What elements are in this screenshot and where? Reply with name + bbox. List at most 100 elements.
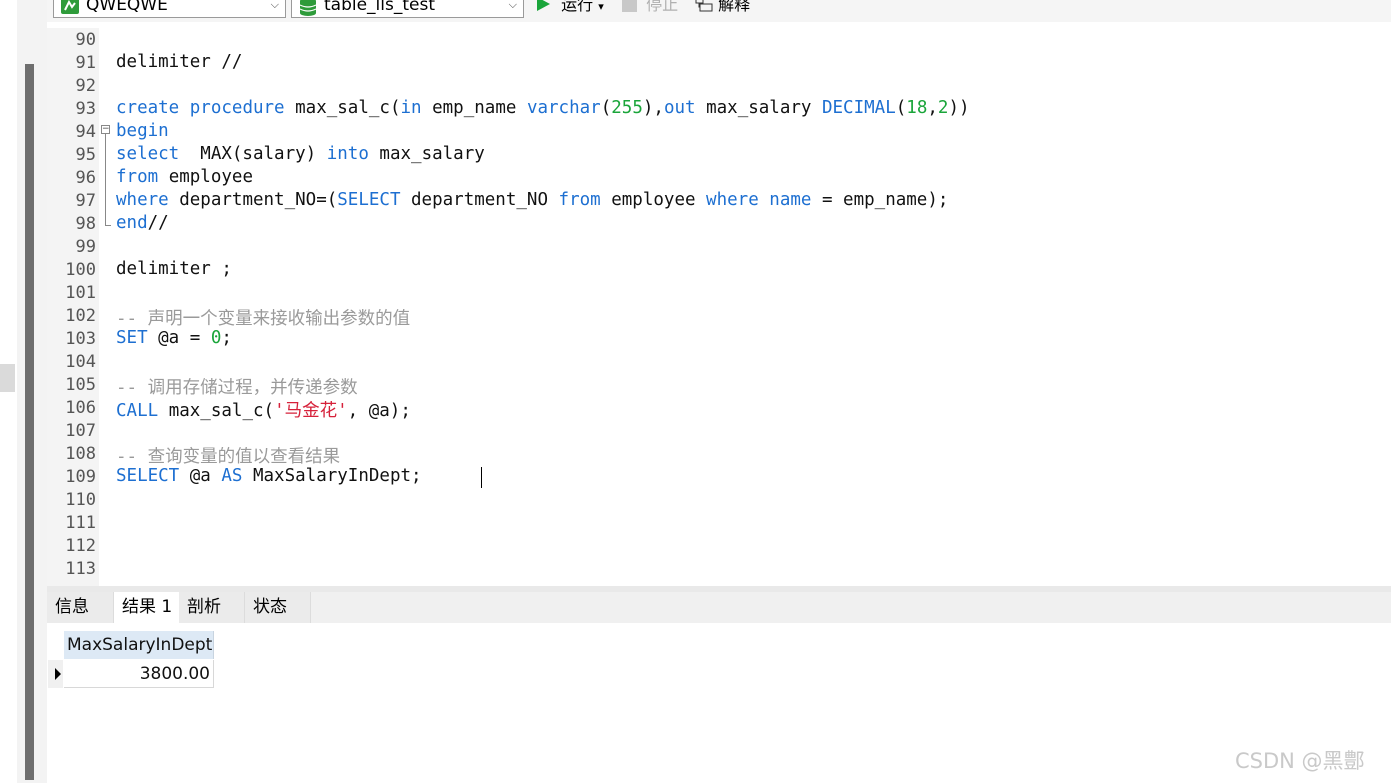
code-token: out (663, 98, 696, 118)
code-token: -- 声明一个变量来接收输出参数的值 (116, 309, 411, 329)
code-token: ), (642, 98, 664, 118)
line-number: 97 (75, 191, 96, 211)
code-line: delimiter ; (116, 259, 232, 279)
code-line: begin (116, 121, 169, 141)
connection-icon (60, 0, 80, 20)
code-token: = emp_name); (811, 190, 949, 210)
code-token: DECIMAL (821, 98, 896, 118)
connection-select[interactable]: QWEQWE ⌵ (53, 0, 286, 18)
code-line: CALL max_sal_c('马金花', @a); (116, 397, 411, 422)
code-token: department_NO (400, 190, 559, 210)
tab-profile[interactable]: 剖析 (179, 592, 245, 623)
line-number: 95 (75, 145, 96, 165)
stop-button[interactable]: 停止 (622, 0, 678, 17)
tab-status[interactable]: 状态 (245, 592, 311, 623)
line-number: 92 (75, 76, 96, 96)
code-token: max_sal_c( (284, 98, 401, 118)
code-token: name (769, 190, 812, 210)
code-token: )) (948, 98, 970, 118)
vertical-scrollbar[interactable] (25, 64, 34, 780)
code-token: create (116, 98, 180, 118)
run-label: 运行 (561, 0, 594, 14)
play-icon (537, 0, 550, 11)
code-token: -- 查询变量的值以查看结果 (116, 447, 341, 467)
watermark: CSDN @黑鄷 (1235, 749, 1365, 773)
fold-toggle-icon[interactable]: − (101, 125, 110, 134)
explain-button[interactable]: 解释 (695, 0, 750, 17)
line-number: 110 (65, 490, 96, 510)
line-number: 91 (75, 53, 96, 73)
line-number: 93 (75, 99, 96, 119)
line-number: 104 (65, 352, 96, 372)
code-line: -- 调用存储过程，并传递参数 (116, 374, 358, 399)
left-edge-strip (0, 0, 17, 783)
code-token: in (400, 98, 422, 118)
code-line: SET @a = 0; (116, 328, 232, 348)
code-token: SELECT (116, 466, 180, 486)
code-token: // (147, 213, 169, 233)
code-token: from (116, 167, 159, 187)
line-number: 101 (65, 283, 96, 303)
line-number: 111 (65, 513, 96, 533)
run-button[interactable]: 运行 ▾ (537, 0, 604, 17)
grid-cell[interactable]: 3800.00 (64, 660, 214, 688)
database-select[interactable]: table_lls_test ⌵ (291, 0, 524, 18)
line-number: 106 (65, 398, 96, 418)
database-icon (298, 0, 318, 22)
tab-result-1[interactable]: 结果 1 (114, 592, 179, 623)
code-line: where department_NO=(SELECT department_N… (116, 190, 948, 210)
code-token: ( (895, 98, 907, 118)
code-token: delimiter // (116, 52, 243, 72)
code-token: SET (116, 328, 148, 348)
stop-label: 停止 (646, 0, 679, 14)
tab-info[interactable]: 信息 (47, 592, 114, 623)
run-dropdown-icon[interactable]: ▾ (598, 0, 604, 13)
sql-editor[interactable]: 90 91 92 93 94 95 96 97 98 99 100 101 102 103 104 105 10… (47, 28, 1391, 586)
code-token: into (326, 144, 369, 164)
connection-name: QWEQWE (86, 0, 168, 15)
left-pane (17, 0, 47, 783)
chevron-down-icon: ⌵ (270, 0, 279, 11)
code-token: where (116, 190, 169, 210)
current-row-icon (55, 668, 61, 680)
code-token: 18 (906, 98, 928, 118)
code-token: emp_name (421, 98, 527, 118)
result-grid: MaxSalaryInDept 3800.00 (47, 623, 1391, 783)
code-token: max_salary (368, 144, 485, 164)
query-toolbar: QWEQWE ⌵ table_lls_test ⌵ 运行 ▾ 停止 解释 (47, 0, 1391, 22)
code-line: SELECT @a AS MaxSalaryInDept; (116, 466, 422, 486)
code-token: max_salary (695, 98, 822, 118)
code-token: procedure (189, 98, 285, 118)
line-number: 105 (65, 375, 96, 395)
code-line: delimiter // (116, 52, 242, 72)
code-line: -- 声明一个变量来接收输出参数的值 (116, 305, 410, 330)
code-token: end (116, 213, 148, 233)
code-token: 255 (611, 98, 643, 118)
code-line: create procedure max_sal_c(in emp_name v… (116, 98, 970, 118)
code-token: , @a); (347, 401, 411, 421)
panel-resize-grip[interactable] (0, 364, 15, 392)
result-tabs: 信息 结果 1 剖析 状态 (47, 592, 1391, 624)
text-caret (481, 467, 482, 488)
line-number: 90 (75, 30, 96, 50)
code-token: employee (600, 190, 707, 210)
code-line: from employee (116, 167, 253, 187)
code-token: where (706, 190, 759, 210)
fold-guide-end (105, 225, 111, 226)
code-line: select MAX(salary) into max_salary (116, 144, 485, 164)
code-token: begin (116, 121, 169, 141)
code-token: 0 (210, 328, 222, 348)
code-token: CALL (116, 401, 159, 421)
explain-label: 解释 (718, 0, 751, 14)
code-line: -- 查询变量的值以查看结果 (116, 443, 340, 468)
code-token: @a (179, 466, 222, 486)
code-token: @a = (147, 328, 211, 348)
code-token: '马金花' (274, 401, 348, 421)
column-header[interactable]: MaxSalaryInDept (64, 631, 214, 659)
code-token: varchar (526, 98, 601, 118)
code-token: , (927, 98, 938, 118)
line-number: 113 (65, 559, 96, 579)
row-selector[interactable] (48, 660, 63, 688)
